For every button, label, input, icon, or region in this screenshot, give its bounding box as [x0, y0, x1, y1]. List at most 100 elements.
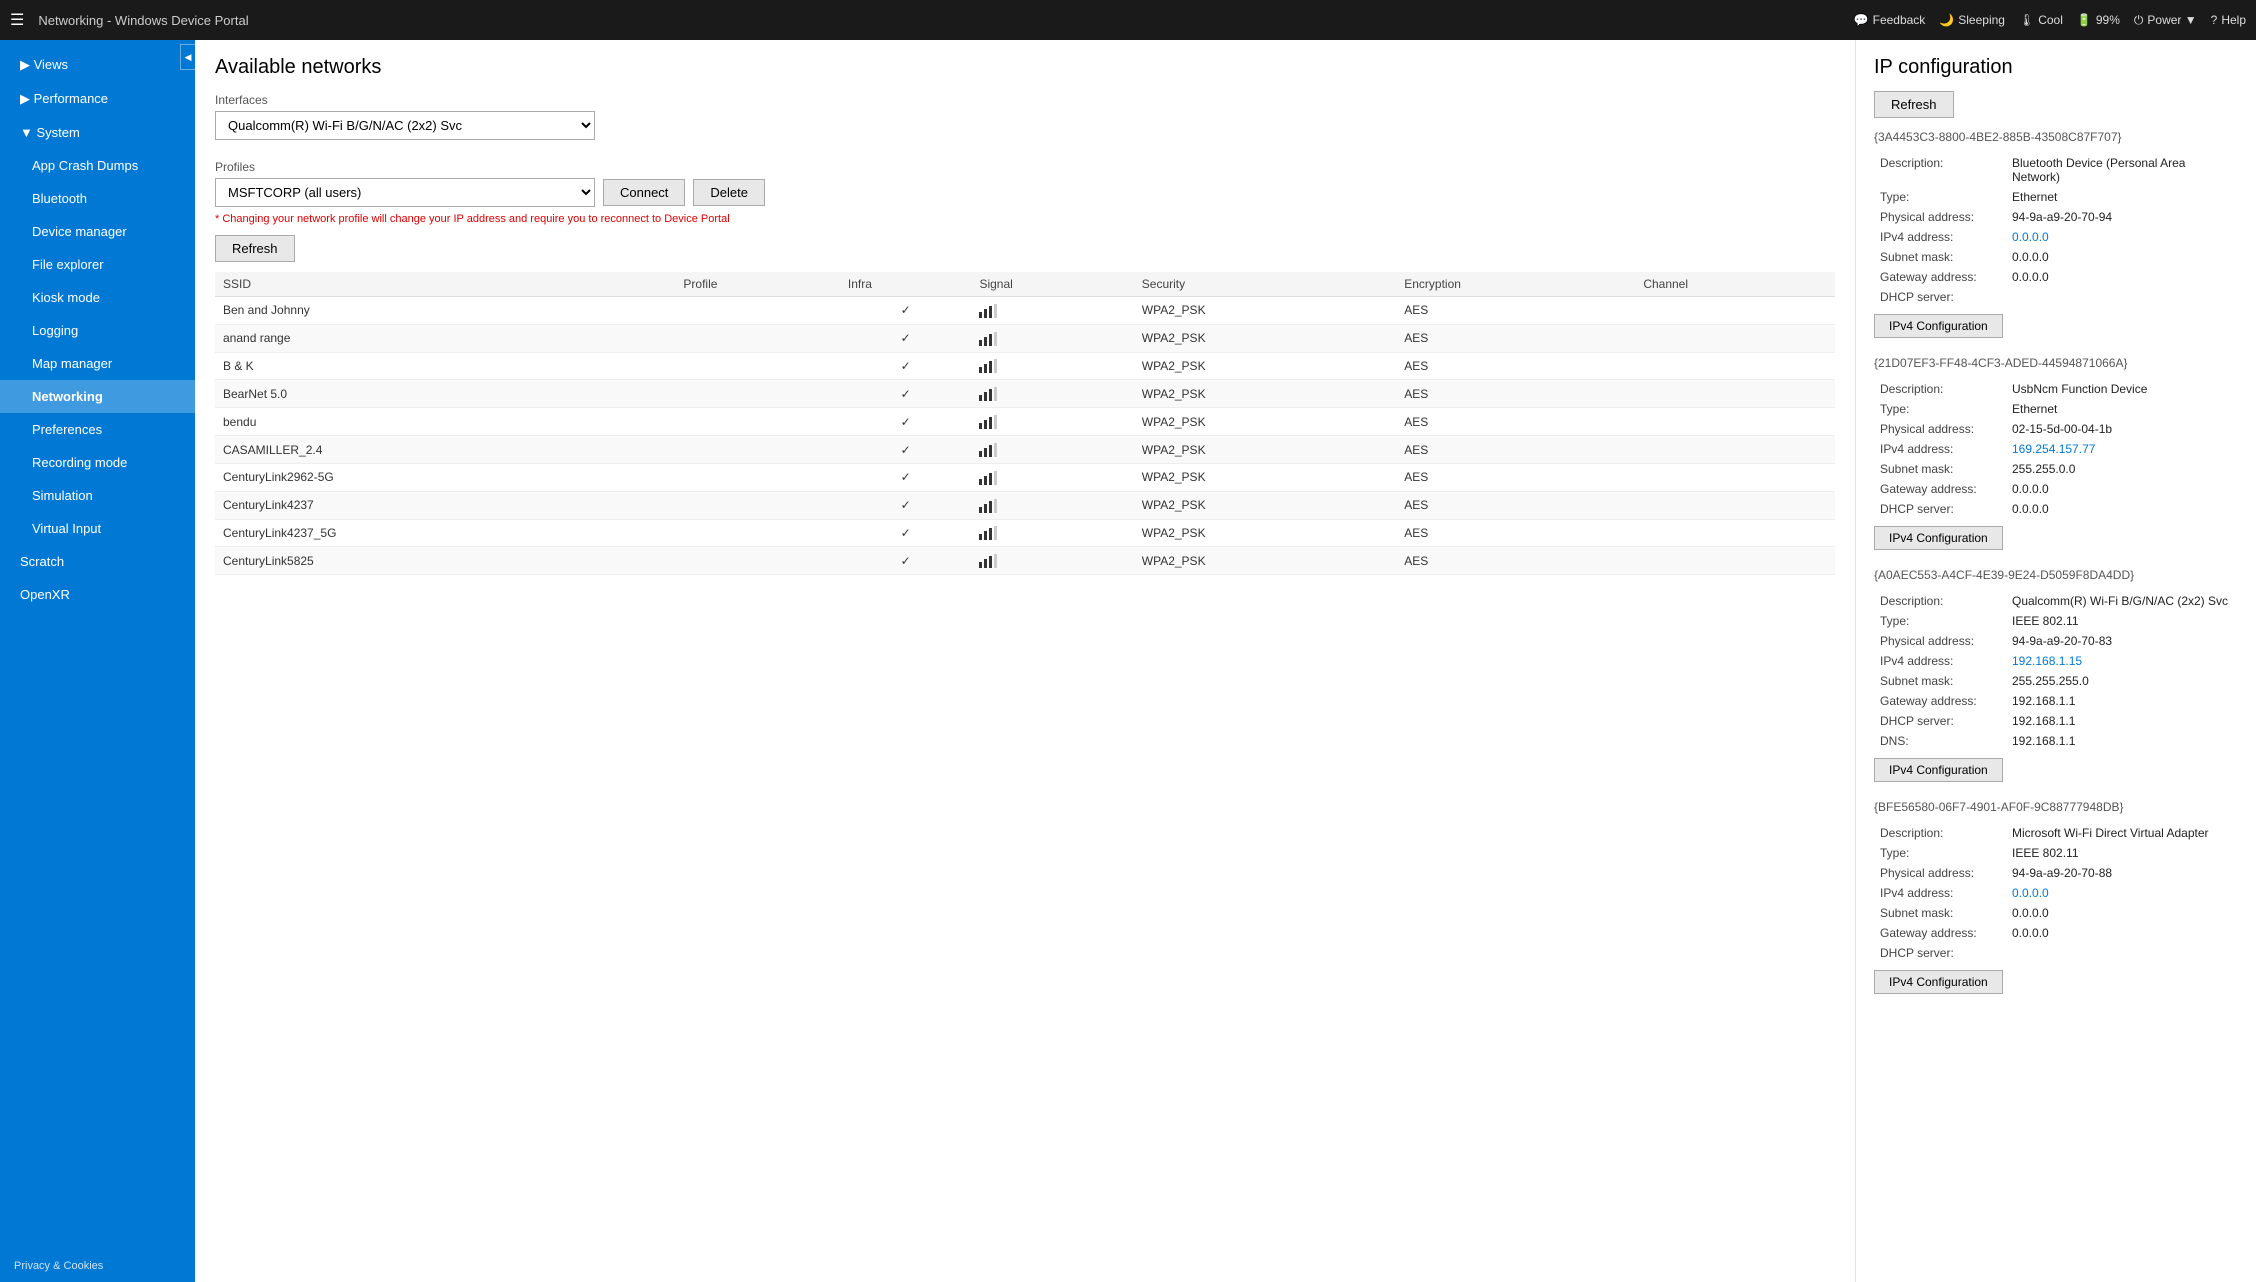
cell-ssid: bendu: [215, 408, 675, 436]
sidebar-item-file-explorer[interactable]: File explorer: [0, 248, 195, 281]
networks-title: Available networks: [215, 56, 1835, 79]
cell-ssid: CenturyLink4237_5G: [215, 519, 675, 547]
cell-signal: [971, 408, 1133, 436]
table-row[interactable]: B & K ✓ WPA2_PSK AES: [215, 352, 1835, 380]
col-signal: Signal: [971, 272, 1133, 297]
kiosk-mode-label: Kiosk mode: [32, 290, 100, 305]
logging-label: Logging: [32, 323, 78, 338]
sidebar-item-preferences[interactable]: Preferences: [0, 413, 195, 446]
ip-section-1: {21D07EF3-FF48-4CF3-ADED-44594871066A} D…: [1874, 356, 2238, 550]
app-crash-dumps-label: App Crash Dumps: [32, 158, 138, 173]
cell-profile: [675, 519, 839, 547]
cell-signal: [971, 491, 1133, 519]
menu-icon[interactable]: ☰: [10, 10, 24, 30]
table-row[interactable]: CenturyLink4237 ✓ WPA2_PSK AES: [215, 491, 1835, 519]
table-header-row: SSID Profile Infra Signal Security Encry…: [215, 272, 1835, 297]
ipv4-config-button-0[interactable]: IPv4 Configuration: [1874, 314, 2003, 338]
sleeping-action[interactable]: 🌙 Sleeping: [1939, 13, 2005, 27]
sidebar-item-bluetooth[interactable]: Bluetooth: [0, 182, 195, 215]
ipv4-config-button-1[interactable]: IPv4 Configuration: [1874, 526, 2003, 550]
ip-guid: {3A4453C3-8800-4BE2-885B-43508C87F707}: [1874, 130, 2238, 144]
cell-channel: [1635, 519, 1835, 547]
sidebar-item-scratch[interactable]: Scratch: [0, 545, 195, 578]
cell-signal: [971, 519, 1133, 547]
cell-channel: [1635, 297, 1835, 325]
cell-encryption: AES: [1396, 519, 1635, 547]
cell-encryption: AES: [1396, 436, 1635, 464]
cell-signal: [971, 297, 1133, 325]
sidebar-item-recording-mode[interactable]: Recording mode: [0, 446, 195, 479]
ip-refresh-button[interactable]: Refresh: [1874, 91, 1954, 118]
feedback-action[interactable]: 💬 Feedback: [1854, 13, 1926, 27]
sidebar: ◀ ▶ Views ▶ Performance ▼ System App Cra…: [0, 40, 195, 1282]
ip-sections: {3A4453C3-8800-4BE2-885B-43508C87F707} D…: [1874, 130, 2238, 994]
table-row[interactable]: Ben and Johnny ✓ WPA2_PSK AES: [215, 297, 1835, 325]
cell-profile: [675, 380, 839, 408]
sidebar-item-networking[interactable]: Networking: [0, 380, 195, 413]
cell-ssid: anand range: [215, 324, 675, 352]
bluetooth-label: Bluetooth: [32, 191, 87, 206]
performance-label: ▶ Performance: [20, 91, 108, 107]
sidebar-item-logging[interactable]: Logging: [0, 314, 195, 347]
profiles-label: Profiles: [215, 160, 1835, 174]
table-row[interactable]: anand range ✓ WPA2_PSK AES: [215, 324, 1835, 352]
cool-action[interactable]: 🌡 Cool: [2019, 13, 2063, 27]
views-label: ▶ Views: [20, 57, 68, 73]
cell-security: WPA2_PSK: [1134, 324, 1396, 352]
interfaces-label: Interfaces: [215, 93, 1835, 107]
sidebar-item-system[interactable]: ▼ System: [0, 116, 195, 149]
cell-channel: [1635, 324, 1835, 352]
delete-button[interactable]: Delete: [693, 179, 765, 206]
cell-profile: [675, 547, 839, 575]
sidebar-item-app-crash-dumps[interactable]: App Crash Dumps: [0, 149, 195, 182]
cell-infra: ✓: [840, 324, 972, 352]
cell-profile: [675, 352, 839, 380]
cell-infra: ✓: [840, 408, 972, 436]
privacy-cookies[interactable]: Privacy & Cookies: [0, 1250, 195, 1282]
sidebar-collapse-btn[interactable]: ◀: [180, 44, 195, 70]
cell-ssid: CASAMILLER_2.4: [215, 436, 675, 464]
profiles-select[interactable]: MSFTCORP (all users): [215, 178, 595, 207]
cell-encryption: AES: [1396, 352, 1635, 380]
sidebar-item-openxr[interactable]: OpenXR: [0, 578, 195, 611]
sidebar-item-kiosk-mode[interactable]: Kiosk mode: [0, 281, 195, 314]
connect-button[interactable]: Connect: [603, 179, 685, 206]
cell-security: WPA2_PSK: [1134, 519, 1396, 547]
sidebar-item-virtual-input[interactable]: Virtual Input: [0, 512, 195, 545]
networks-table-wrapper: SSID Profile Infra Signal Security Encry…: [215, 272, 1835, 575]
help-action[interactable]: ? Help: [2211, 13, 2246, 27]
cell-infra: ✓: [840, 547, 972, 575]
cell-security: WPA2_PSK: [1134, 547, 1396, 575]
virtual-input-label: Virtual Input: [32, 521, 101, 536]
sidebar-item-device-manager[interactable]: Device manager: [0, 215, 195, 248]
app-title: Networking - Windows Device Portal: [38, 13, 1847, 28]
ipv4-config-button-3[interactable]: IPv4 Configuration: [1874, 970, 2003, 994]
top-actions: 💬 Feedback 🌙 Sleeping 🌡 Cool 🔋 99% ⏻ Pow…: [1854, 13, 2246, 28]
table-row[interactable]: CenturyLink2962-5G ✓ WPA2_PSK AES: [215, 463, 1835, 491]
cell-ssid: BearNet 5.0: [215, 380, 675, 408]
sidebar-item-map-manager[interactable]: Map manager: [0, 347, 195, 380]
table-row[interactable]: bendu ✓ WPA2_PSK AES: [215, 408, 1835, 436]
cell-security: WPA2_PSK: [1134, 408, 1396, 436]
sidebar-item-simulation[interactable]: Simulation: [0, 479, 195, 512]
sidebar-item-performance[interactable]: ▶ Performance: [0, 82, 195, 116]
networks-refresh-button[interactable]: Refresh: [215, 235, 295, 262]
ip-section-0: {3A4453C3-8800-4BE2-885B-43508C87F707} D…: [1874, 130, 2238, 338]
sidebar-item-views[interactable]: ▶ Views: [0, 48, 195, 82]
cell-infra: ✓: [840, 463, 972, 491]
battery-action[interactable]: 🔋 99%: [2077, 13, 2120, 27]
table-row[interactable]: CenturyLink4237_5G ✓ WPA2_PSK AES: [215, 519, 1835, 547]
table-row[interactable]: CASAMILLER_2.4 ✓ WPA2_PSK AES: [215, 436, 1835, 464]
table-row[interactable]: BearNet 5.0 ✓ WPA2_PSK AES: [215, 380, 1835, 408]
cell-channel: [1635, 380, 1835, 408]
cell-infra: ✓: [840, 380, 972, 408]
table-row[interactable]: CenturyLink5825 ✓ WPA2_PSK AES: [215, 547, 1835, 575]
ipv4-config-button-2[interactable]: IPv4 Configuration: [1874, 758, 2003, 782]
cell-security: WPA2_PSK: [1134, 491, 1396, 519]
cell-channel: [1635, 547, 1835, 575]
cell-encryption: AES: [1396, 297, 1635, 325]
cell-channel: [1635, 491, 1835, 519]
power-action[interactable]: ⏻ Power ▼: [2134, 13, 2197, 28]
cell-security: WPA2_PSK: [1134, 436, 1396, 464]
interfaces-select[interactable]: Qualcomm(R) Wi-Fi B/G/N/AC (2x2) Svc: [215, 111, 595, 140]
